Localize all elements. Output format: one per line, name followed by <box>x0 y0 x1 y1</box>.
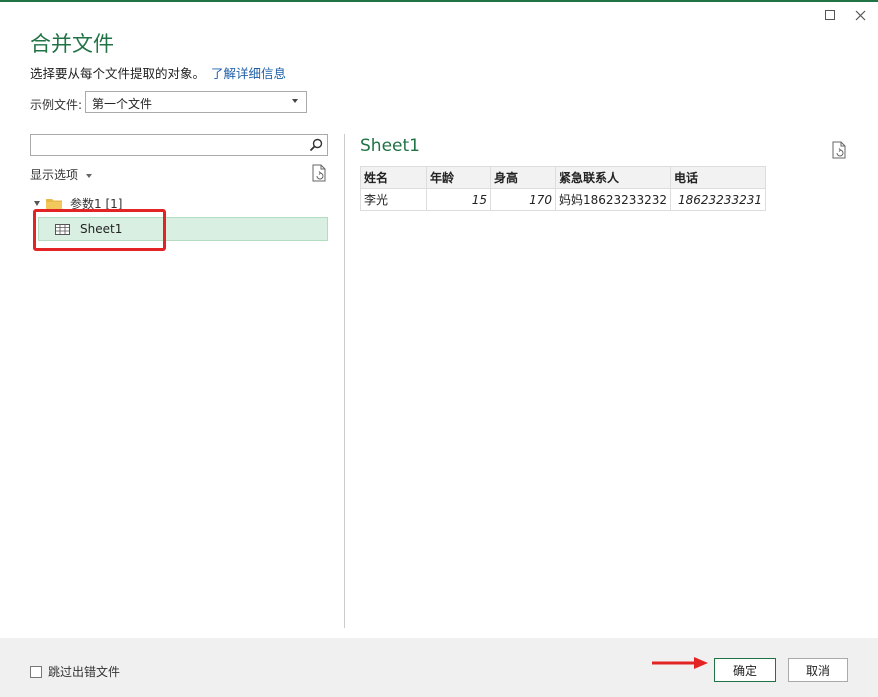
chevron-down-icon <box>86 173 93 178</box>
skip-error-files-checkbox[interactable]: 跳过出错文件 <box>30 663 120 680</box>
search-icon[interactable] <box>309 138 323 152</box>
table-row: 李光 15 170 妈妈18623233232 18623233231 <box>360 188 766 211</box>
annotation-highlight-box <box>33 209 166 251</box>
learn-more-link[interactable]: 了解详细信息 <box>211 66 286 81</box>
close-button[interactable] <box>851 6 869 24</box>
preview-title: Sheet1 <box>360 136 420 156</box>
sample-file-selected: 第一个文件 <box>92 97 153 111</box>
column-header: 年龄 <box>426 166 491 189</box>
table-cell: 170 <box>490 188 556 211</box>
column-header: 姓名 <box>360 166 427 189</box>
column-header: 电话 <box>669 166 766 189</box>
table-header-row: 姓名 年龄 身高 紧急联系人 电话 <box>360 166 766 189</box>
display-options-label: 显示选项 <box>30 168 79 182</box>
table-cell: 李光 <box>360 188 427 211</box>
close-icon <box>855 10 865 20</box>
panel-divider <box>344 134 345 628</box>
maximize-icon <box>825 10 835 20</box>
dialog-description: 选择要从每个文件提取的对象。 了解详细信息 <box>30 63 286 82</box>
description-text: 选择要从每个文件提取的对象。 <box>30 66 206 81</box>
search-input[interactable] <box>30 134 328 156</box>
table-cell: 妈妈18623233232 <box>555 188 671 211</box>
table-cell: 15 <box>426 188 491 211</box>
chevron-down-icon <box>292 99 298 103</box>
refresh-icon[interactable] <box>311 164 327 182</box>
expand-arrow-icon[interactable] <box>34 201 40 206</box>
maximize-button[interactable] <box>821 6 839 24</box>
window-top-accent-line <box>0 0 878 2</box>
refresh-icon[interactable] <box>831 141 847 159</box>
display-options-menu[interactable]: 显示选项 <box>30 166 93 183</box>
sample-file-dropdown[interactable]: 第一个文件 <box>85 91 307 113</box>
column-header: 身高 <box>490 166 556 189</box>
preview-table: 姓名 年龄 身高 紧急联系人 电话 李光 15 170 妈妈1862323323… <box>360 166 766 211</box>
checkbox-box[interactable] <box>30 665 42 678</box>
column-header: 紧急联系人 <box>555 166 671 189</box>
sample-file-label: 示例文件: <box>30 98 83 112</box>
dialog-title: 合并文件 <box>30 32 114 56</box>
skip-error-files-label: 跳过出错文件 <box>48 665 121 679</box>
table-cell: 18623233231 <box>669 188 766 211</box>
cancel-button[interactable]: 取消 <box>788 658 848 682</box>
ok-button[interactable]: 确定 <box>714 658 776 682</box>
annotation-arrow-icon <box>652 657 708 669</box>
